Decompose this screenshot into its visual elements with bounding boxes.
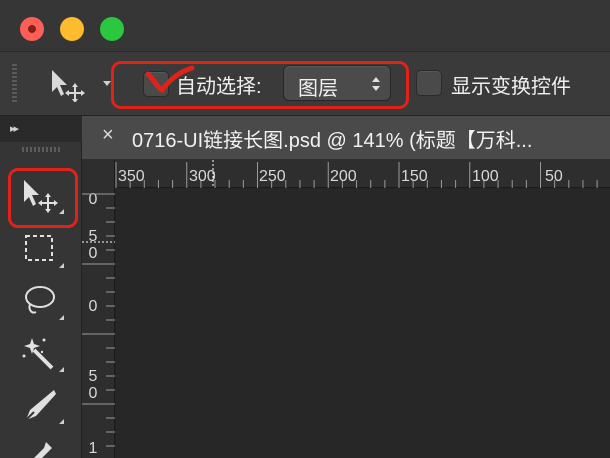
pen-icon — [25, 390, 56, 421]
ruler-label: 350 — [118, 168, 145, 185]
close-document-icon[interactable]: × — [102, 124, 114, 147]
minimize-window-button[interactable] — [60, 17, 84, 41]
ruler-label: 300 — [189, 168, 216, 185]
lasso-icon — [25, 286, 55, 314]
vertical-ruler[interactable]: 0 5 0 0 5 0 1 — [82, 188, 115, 458]
tools-panel-collapse[interactable]: ▸▸ — [0, 116, 82, 142]
magic-wand-icon — [22, 338, 54, 370]
marquee-tool[interactable] — [14, 228, 70, 272]
tool-flyout-indicator-icon — [59, 367, 64, 372]
eyedropper-icon — [34, 442, 52, 458]
ruler-label: 250 — [259, 168, 286, 185]
ruler-label: 150 — [401, 168, 428, 185]
title-bar — [0, 0, 610, 52]
ruler-label: 100 — [472, 168, 499, 185]
horizontal-ruler[interactable]: 350 300 250 200 150 100 50 — [82, 160, 610, 188]
photoshop-window: 自动选择: 图层 显示变换控件 ▸▸ × 0716-UI链接长图.psd @ 1… — [0, 0, 610, 458]
options-bar-grip[interactable] — [12, 64, 17, 104]
tool-flyout-indicator-icon — [59, 263, 64, 268]
lasso-tool[interactable] — [14, 280, 70, 324]
ruler-label: 50 — [545, 168, 563, 185]
ruler-label: 200 — [330, 168, 357, 185]
zoom-window-button[interactable] — [100, 17, 124, 41]
magic-wand-tool[interactable] — [14, 332, 70, 376]
tools-panel-grip[interactable] — [22, 147, 62, 152]
pen-tool[interactable] — [14, 384, 70, 428]
eyedropper-tool[interactable] — [14, 436, 70, 458]
tool-flyout-indicator-icon — [59, 315, 64, 320]
auto-select-highlight — [111, 61, 409, 109]
document-tab[interactable]: × 0716-UI链接长图.psd @ 141% (标题【万科... — [82, 116, 610, 160]
collapse-arrows-icon: ▸▸ — [10, 123, 19, 135]
document-canvas[interactable] — [116, 189, 610, 458]
show-transform-controls-checkbox[interactable] — [416, 70, 442, 96]
tool-preset-picker[interactable] — [46, 66, 116, 102]
close-window-button[interactable] — [20, 17, 44, 41]
vertical-ruler-ticks — [82, 193, 115, 447]
move-tool-icon — [52, 70, 85, 102]
ruler-origin[interactable] — [82, 160, 115, 188]
rectangular-marquee-icon — [25, 235, 53, 261]
document-title: 0716-UI链接长图.psd @ 141% (标题【万科... — [132, 130, 533, 152]
move-tool-highlight — [8, 168, 78, 228]
show-transform-controls-label: 显示变换控件 — [451, 76, 571, 98]
tool-flyout-indicator-icon — [59, 419, 64, 424]
